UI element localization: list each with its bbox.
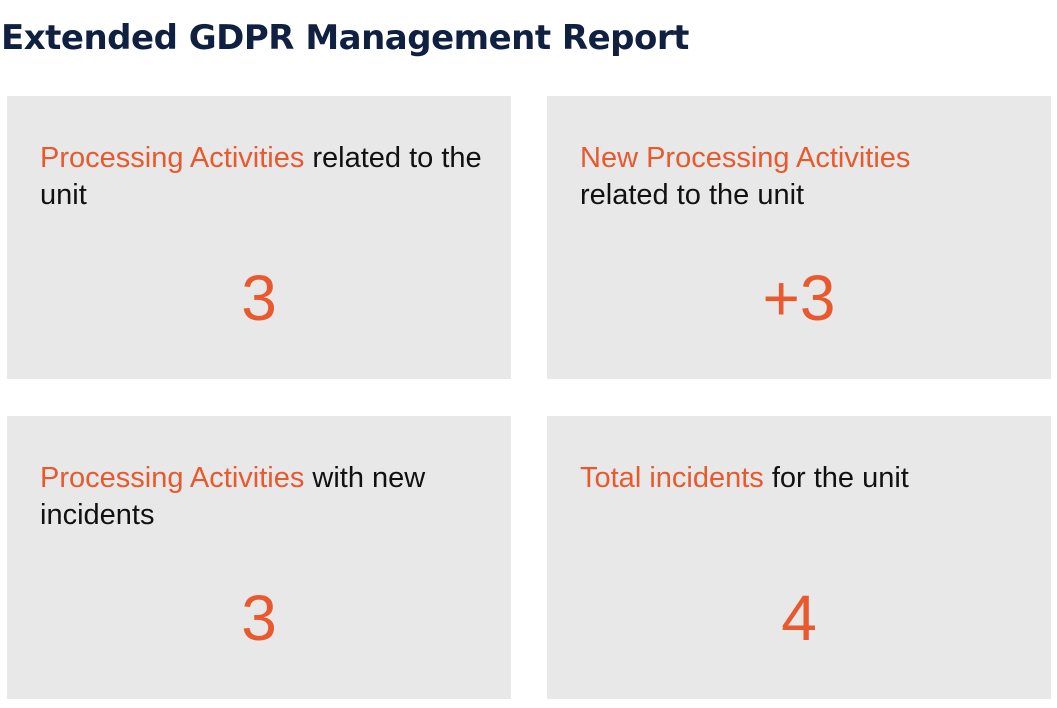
kpi-card-processing-activities: Processing Activities related to the uni… (7, 96, 511, 379)
kpi-card-new-processing-activities: New Processing Activities related to the … (547, 96, 1051, 379)
kpi-value: 3 (241, 262, 277, 334)
kpi-card-total-incidents: Total incidents for the unit 4 (547, 416, 1051, 699)
kpi-value: 4 (781, 582, 817, 654)
kpi-label-text: for the unit (763, 462, 909, 494)
kpi-label-highlight: New Processing Activities (580, 142, 911, 174)
kpi-card-activities-with-incidents: Processing Activities with new incidents… (7, 416, 511, 699)
kpi-label-highlight: Processing Activities (40, 142, 305, 174)
kpi-card-label: Processing Activities with new incidents (40, 460, 490, 534)
kpi-card-label: New Processing Activities related to the … (580, 140, 1030, 214)
kpi-value: 3 (241, 582, 277, 654)
kpi-label-highlight: Total incidents (580, 462, 764, 494)
report-title: Extended GDPR Management Report (1, 18, 689, 58)
kpi-label-highlight: Processing Activities (40, 462, 305, 494)
kpi-card-label: Total incidents for the unit (580, 460, 1030, 497)
kpi-value: +3 (762, 262, 836, 334)
kpi-label-text: related to the unit (580, 179, 805, 211)
kpi-card-label: Processing Activities related to the uni… (40, 140, 490, 214)
